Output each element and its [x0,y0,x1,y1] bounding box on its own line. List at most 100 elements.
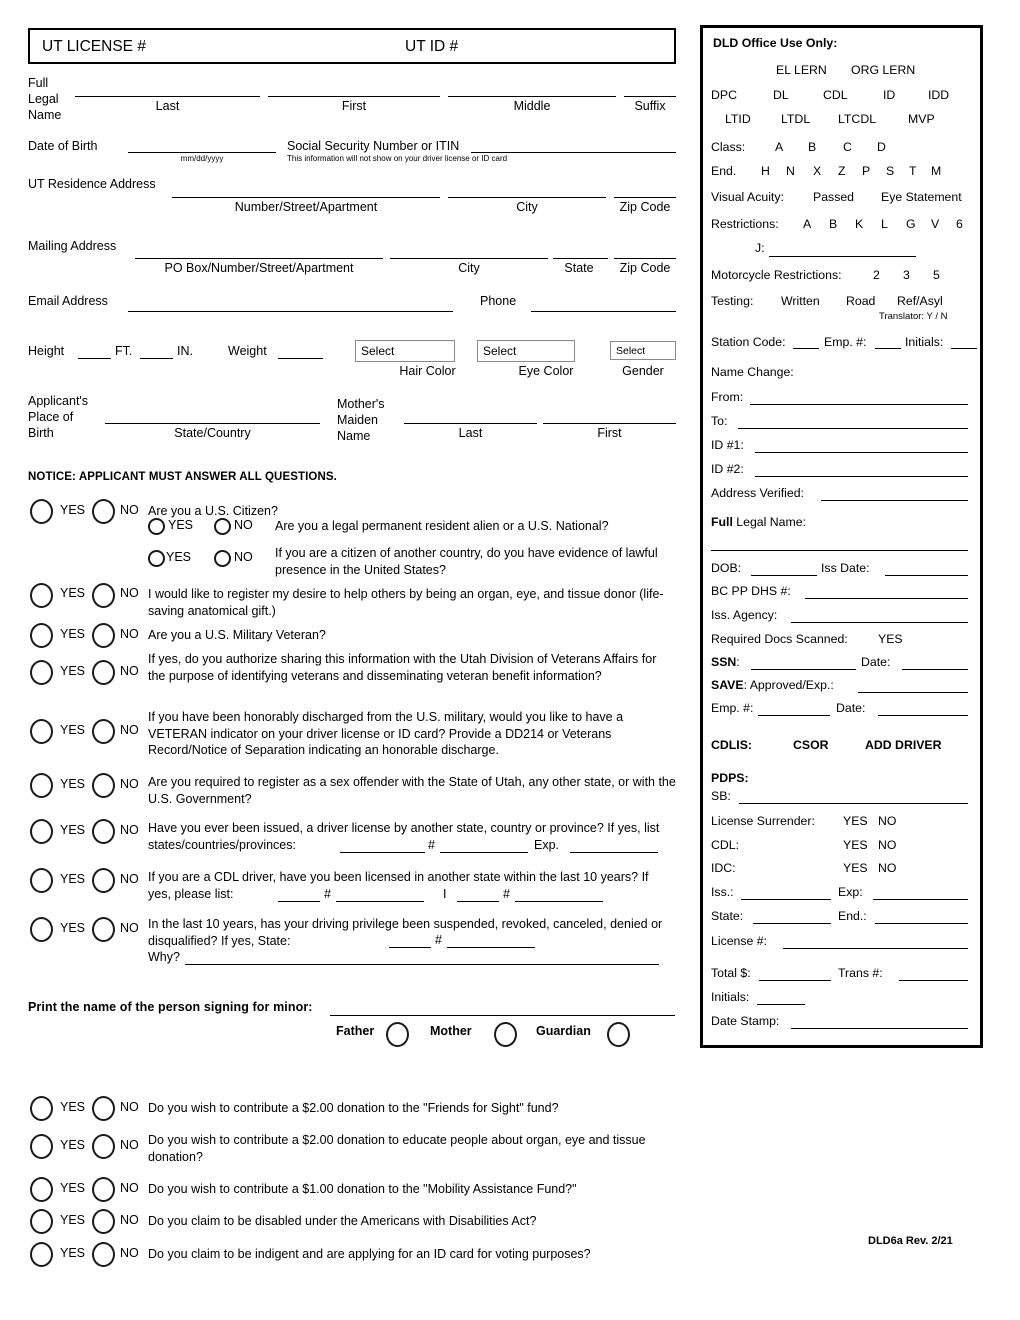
gender-select[interactable]: Select [610,341,676,360]
eye-color-select[interactable]: Select [477,340,575,362]
radio-other-state-license-no[interactable] [92,819,115,844]
suspended-state-input-line[interactable] [389,947,431,948]
end-option-p[interactable]: P [862,164,870,178]
class-option-d[interactable]: D [877,140,886,154]
office-emp-date-input-line[interactable] [878,715,968,716]
radio-cdl-other-state-no[interactable] [92,868,115,893]
iss-agency-input-line[interactable] [791,622,968,623]
ltcdl-option[interactable]: LTCDL [838,112,876,126]
end-option-n[interactable]: N [786,164,795,178]
radio-veterans-affairs-no[interactable] [92,660,115,685]
cdl-state-2-input-line[interactable] [457,901,499,902]
motorcycle-option-5[interactable]: 5 [933,268,940,282]
emp-number-input-line[interactable] [875,348,901,349]
license-surrender-yes[interactable]: YES [843,814,868,828]
radio-mobility-fund-no[interactable] [92,1177,115,1202]
motorcycle-option-2[interactable]: 2 [873,268,880,282]
radio-sex-offender-no[interactable] [92,773,115,798]
weight-input-line[interactable] [278,358,323,359]
radio-indigent-voting-yes[interactable] [30,1242,53,1267]
radio-minor-mother[interactable] [494,1022,517,1047]
id2-input-line[interactable] [755,476,968,477]
office-full-legal-name-input-line[interactable] [711,550,968,551]
office-ssn-input-line[interactable] [751,669,856,670]
radio-permanent-resident-no[interactable] [214,518,231,535]
end-option-s[interactable]: S [886,164,894,178]
end-option-z[interactable]: Z [838,164,846,178]
translator-label[interactable]: Translator: Y / N [879,311,947,322]
radio-cdl-other-state-yes[interactable] [30,868,53,893]
office-end-input-line[interactable] [875,923,968,924]
class-option-c[interactable]: C [843,140,852,154]
restriction-option-g[interactable]: G [906,217,916,231]
cdl-state-1-input-line[interactable] [278,901,320,902]
motorcycle-option-3[interactable]: 3 [903,268,910,282]
mother-last-name-input-line[interactable] [404,423,537,424]
restriction-option-6[interactable]: 6 [956,217,963,231]
ssn-input-line[interactable] [471,152,676,153]
residence-zip-input-line[interactable] [614,197,676,198]
radio-lawful-presence-yes[interactable] [148,550,165,567]
suspended-why-input-line[interactable] [185,964,659,965]
minor-signature-input-line[interactable] [330,1015,675,1016]
org-lern-option[interactable]: ORG LERN [851,63,915,77]
save-input-line[interactable] [858,692,968,693]
visual-acuity-passed[interactable]: Passed [813,190,854,204]
office-cdl-yes[interactable]: YES [843,838,868,852]
add-driver-label[interactable]: ADD DRIVER [865,738,942,752]
ltid-option[interactable]: LTID [725,112,751,126]
place-of-birth-input-line[interactable] [105,423,320,424]
date-stamp-input-line[interactable] [791,1028,968,1029]
other-state-list-input-line[interactable] [340,852,425,853]
radio-suspended-revoked-no[interactable] [92,917,115,942]
ltdl-option[interactable]: LTDL [781,112,810,126]
other-state-number-input-line[interactable] [440,852,528,853]
office-ssn-date-input-line[interactable] [902,669,968,670]
first-name-input-line[interactable] [268,96,440,97]
initials-input-line[interactable] [951,348,977,349]
radio-ada-disabled-no[interactable] [92,1209,115,1234]
cdl-option[interactable]: CDL [823,88,848,102]
mother-first-name-input-line[interactable] [543,423,676,424]
office-state-input-line[interactable] [753,923,831,924]
restriction-option-v[interactable]: V [931,217,939,231]
email-input-line[interactable] [128,311,453,312]
mailing-state-input-line[interactable] [553,258,608,259]
radio-organ-donor-yes[interactable] [30,583,53,608]
id1-input-line[interactable] [755,452,968,453]
radio-ada-disabled-yes[interactable] [30,1209,53,1234]
idc-no[interactable]: NO [878,861,896,875]
class-option-b[interactable]: B [808,140,816,154]
idd-option[interactable]: IDD [928,88,949,102]
radio-other-state-license-yes[interactable] [30,819,53,844]
visual-acuity-eye-statement[interactable]: Eye Statement [881,190,962,204]
dpc-option[interactable]: DPC [711,88,737,102]
mailing-zip-input-line[interactable] [614,258,676,259]
radio-permanent-resident-yes[interactable] [148,518,165,535]
radio-suspended-revoked-yes[interactable] [30,917,53,942]
radio-organ-donor-no[interactable] [92,583,115,608]
residence-street-input-line[interactable] [172,197,440,198]
radio-friends-for-sight-yes[interactable] [30,1096,53,1121]
class-option-a[interactable]: A [775,140,783,154]
bc-pp-dhs-input-line[interactable] [805,598,968,599]
office-exp-input-line[interactable] [873,899,968,900]
trans-number-input-line[interactable] [899,980,968,981]
address-verified-input-line[interactable] [821,500,968,501]
restriction-option-l[interactable]: L [881,217,888,231]
el-lern-option[interactable]: EL LERN [776,63,827,77]
middle-name-input-line[interactable] [448,96,616,97]
name-change-to-input-line[interactable] [738,428,968,429]
radio-organ-education-yes[interactable] [30,1134,53,1159]
suspended-number-input-line[interactable] [447,947,535,948]
office-initials-input-line[interactable] [757,1004,805,1005]
office-cdl-no[interactable]: NO [878,838,896,852]
radio-military-veteran-no[interactable] [92,623,115,648]
cdl-number-2-input-line[interactable] [515,901,603,902]
end-option-x[interactable]: X [813,164,821,178]
end-option-m[interactable]: M [931,164,941,178]
height-inches-input-line[interactable] [140,358,173,359]
radio-veterans-affairs-yes[interactable] [30,660,53,685]
end-option-t[interactable]: T [909,164,917,178]
id-option[interactable]: ID [883,88,895,102]
